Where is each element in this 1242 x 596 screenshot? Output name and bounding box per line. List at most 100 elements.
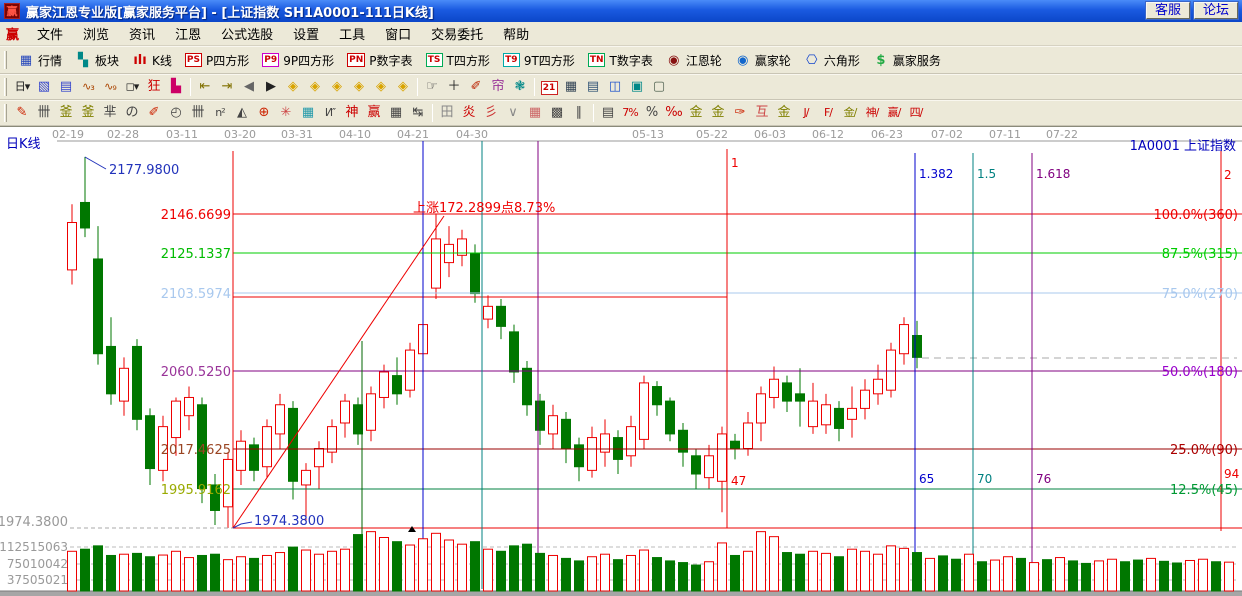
t-number-button[interactable]: TNT数字表 bbox=[582, 50, 659, 71]
red-grid-tool[interactable]: ▦ bbox=[524, 103, 546, 123]
n2-tool[interactable]: n² bbox=[209, 103, 231, 123]
overlay-button[interactable]: ▧ bbox=[33, 77, 55, 97]
histogram-button[interactable]: ▙ bbox=[165, 77, 187, 97]
pencil2-tool[interactable]: ✐ bbox=[143, 103, 165, 123]
gold-lines-tool[interactable]: 金 bbox=[707, 103, 729, 123]
menu-formula-stock-pick[interactable]: 公式选股 bbox=[211, 22, 283, 45]
grid123-tool[interactable]: ▦ bbox=[385, 103, 407, 123]
last-bar-button[interactable]: ⇥ bbox=[216, 77, 238, 97]
menu-trade-order[interactable]: 交易委托 bbox=[421, 22, 493, 45]
box-tool[interactable]: 田 bbox=[436, 103, 458, 123]
candle-style-button[interactable]: ◻▾ bbox=[121, 77, 143, 97]
pct7-tool[interactable]: 7% bbox=[619, 103, 641, 123]
forum-button[interactable]: 论坛 bbox=[1194, 2, 1238, 19]
fib-ruler-tool[interactable]: 芈 bbox=[99, 103, 121, 123]
zoom-v-button[interactable]: ◈ bbox=[348, 77, 370, 97]
gold-circle-tool[interactable]: 金 bbox=[685, 103, 707, 123]
menu-window[interactable]: 窗口 bbox=[375, 22, 421, 45]
si-line-tool[interactable]: 四∕ bbox=[905, 103, 927, 123]
calendar-button[interactable]: 21 bbox=[538, 77, 560, 97]
save-button[interactable]: ◫ bbox=[604, 77, 626, 97]
calculator-button[interactable]: ▦ bbox=[560, 77, 582, 97]
workstation-button[interactable]: ▢ bbox=[648, 77, 670, 97]
network-button[interactable]: ▣ bbox=[626, 77, 648, 97]
menu-settings[interactable]: 设置 bbox=[283, 22, 329, 45]
next-bar-button[interactable]: ▶ bbox=[260, 77, 282, 97]
spiral-tool[interactable]: の bbox=[121, 103, 143, 123]
volume-bar bbox=[1108, 559, 1117, 591]
market-button[interactable]: ▦行情 bbox=[12, 50, 68, 71]
ma3-button[interactable]: ∿₃ bbox=[77, 77, 99, 97]
chart-canvas[interactable]: 日K线1A0001 上证指数2177.9800上涨172.2899点8.73%2… bbox=[0, 127, 1242, 596]
support-button[interactable]: 客服 bbox=[1146, 2, 1190, 19]
t9-square-button[interactable]: T99T四方形 bbox=[497, 50, 581, 71]
grid-tool[interactable]: ▦ bbox=[297, 103, 319, 123]
gann-hat-button[interactable]: 帘 bbox=[487, 77, 509, 97]
circle-cross-tool[interactable]: ⊕ bbox=[253, 103, 275, 123]
volume-bar bbox=[666, 561, 675, 591]
gold-line-tool[interactable]: 金∕ bbox=[839, 103, 861, 123]
menu-news[interactable]: 资讯 bbox=[119, 22, 165, 45]
menu-file[interactable]: 文件 bbox=[27, 22, 73, 45]
hand-tool-button[interactable]: ☞ bbox=[421, 77, 443, 97]
info-button[interactable]: ▤ bbox=[55, 77, 77, 97]
gann-ruler-tool[interactable]: 卌 bbox=[33, 103, 55, 123]
stats-tool[interactable]: ▤ bbox=[597, 103, 619, 123]
gold-ruler2-tool[interactable]: 釜 bbox=[77, 103, 99, 123]
rays-tool[interactable]: 彡 bbox=[480, 103, 502, 123]
dark-grid-tool[interactable]: ▩ bbox=[546, 103, 568, 123]
j-line-tool[interactable]: J∕ bbox=[795, 103, 817, 123]
zoom-all-button[interactable]: ◈ bbox=[392, 77, 414, 97]
zoom-h-button[interactable]: ◈ bbox=[326, 77, 348, 97]
shen-tool[interactable]: 神 bbox=[341, 103, 363, 123]
smart-button[interactable]: ❃ bbox=[509, 77, 531, 97]
p9-square-button[interactable]: P99P四方形 bbox=[256, 50, 340, 71]
sector-button[interactable]: ▚板块 bbox=[69, 50, 125, 71]
menu-help[interactable]: 帮助 bbox=[493, 22, 539, 45]
hu-tool[interactable]: 互 bbox=[751, 103, 773, 123]
gold-ruler-tool[interactable]: 釜 bbox=[55, 103, 77, 123]
zoom-fit-button[interactable]: ◈ bbox=[370, 77, 392, 97]
gann-wheel-button[interactable]: ◉江恩轮 bbox=[660, 50, 728, 71]
shen-line-tool[interactable]: 神∕ bbox=[861, 103, 883, 123]
chart-area[interactable]: 日K线1A0001 上证指数2177.9800上涨172.2899点8.73%2… bbox=[0, 126, 1242, 596]
zoom-left-button[interactable]: ◈ bbox=[282, 77, 304, 97]
ying-line-tool[interactable]: 赢∕ bbox=[883, 103, 905, 123]
winner-wheel-button[interactable]: ◉赢家轮 bbox=[729, 50, 797, 71]
k-notation-tool[interactable]: И″ bbox=[319, 103, 341, 123]
measure-button[interactable]: ✐ bbox=[465, 77, 487, 97]
f-line-tool[interactable]: F∕ bbox=[817, 103, 839, 123]
ying-tool[interactable]: 赢 bbox=[363, 103, 385, 123]
pct-tool[interactable]: % bbox=[641, 103, 663, 123]
span-tool[interactable]: ↹ bbox=[407, 103, 429, 123]
kline-button[interactable]: ılıK线 bbox=[126, 50, 178, 71]
crosshair-button[interactable]: ＋ bbox=[443, 77, 465, 97]
fan-tool[interactable]: 炎 bbox=[458, 103, 480, 123]
toolbar-separator bbox=[534, 78, 535, 96]
star-tool[interactable]: ✳ bbox=[275, 103, 297, 123]
angle-tool[interactable]: ◭ bbox=[231, 103, 253, 123]
p-number-button[interactable]: PNP数字表 bbox=[341, 50, 418, 71]
ruler-tool[interactable]: 卌 bbox=[187, 103, 209, 123]
v-tool[interactable]: ∨ bbox=[502, 103, 524, 123]
zoom-right-button[interactable]: ◈ bbox=[304, 77, 326, 97]
t-square-button[interactable]: TST四方形 bbox=[420, 50, 496, 71]
menu-gann[interactable]: 江恩 bbox=[165, 22, 211, 45]
gann-frame-button[interactable]: 狂 bbox=[143, 77, 165, 97]
brush-tool[interactable]: ✑ bbox=[729, 103, 751, 123]
winner-service-button[interactable]: $赢家服务 bbox=[867, 50, 947, 71]
hexagon-button[interactable]: ⎔六角形 bbox=[798, 50, 866, 71]
cycle-tool[interactable]: ◴ bbox=[165, 103, 187, 123]
period-button[interactable]: 日▾ bbox=[11, 77, 33, 97]
first-bar-button[interactable]: ⇤ bbox=[194, 77, 216, 97]
p-square-button[interactable]: PSP四方形 bbox=[179, 50, 255, 71]
menu-browse[interactable]: 浏览 bbox=[73, 22, 119, 45]
prev-bar-button[interactable]: ◀ bbox=[238, 77, 260, 97]
pct-lines-tool[interactable]: ‰ bbox=[663, 103, 685, 123]
pencil-tool[interactable]: ✎ bbox=[11, 103, 33, 123]
notes-button[interactable]: ▤ bbox=[582, 77, 604, 97]
parallel-tool[interactable]: ∥ bbox=[568, 103, 590, 123]
ma9-button[interactable]: ∿₉ bbox=[99, 77, 121, 97]
gold-lines2-tool[interactable]: 金 bbox=[773, 103, 795, 123]
menu-tools[interactable]: 工具 bbox=[329, 22, 375, 45]
